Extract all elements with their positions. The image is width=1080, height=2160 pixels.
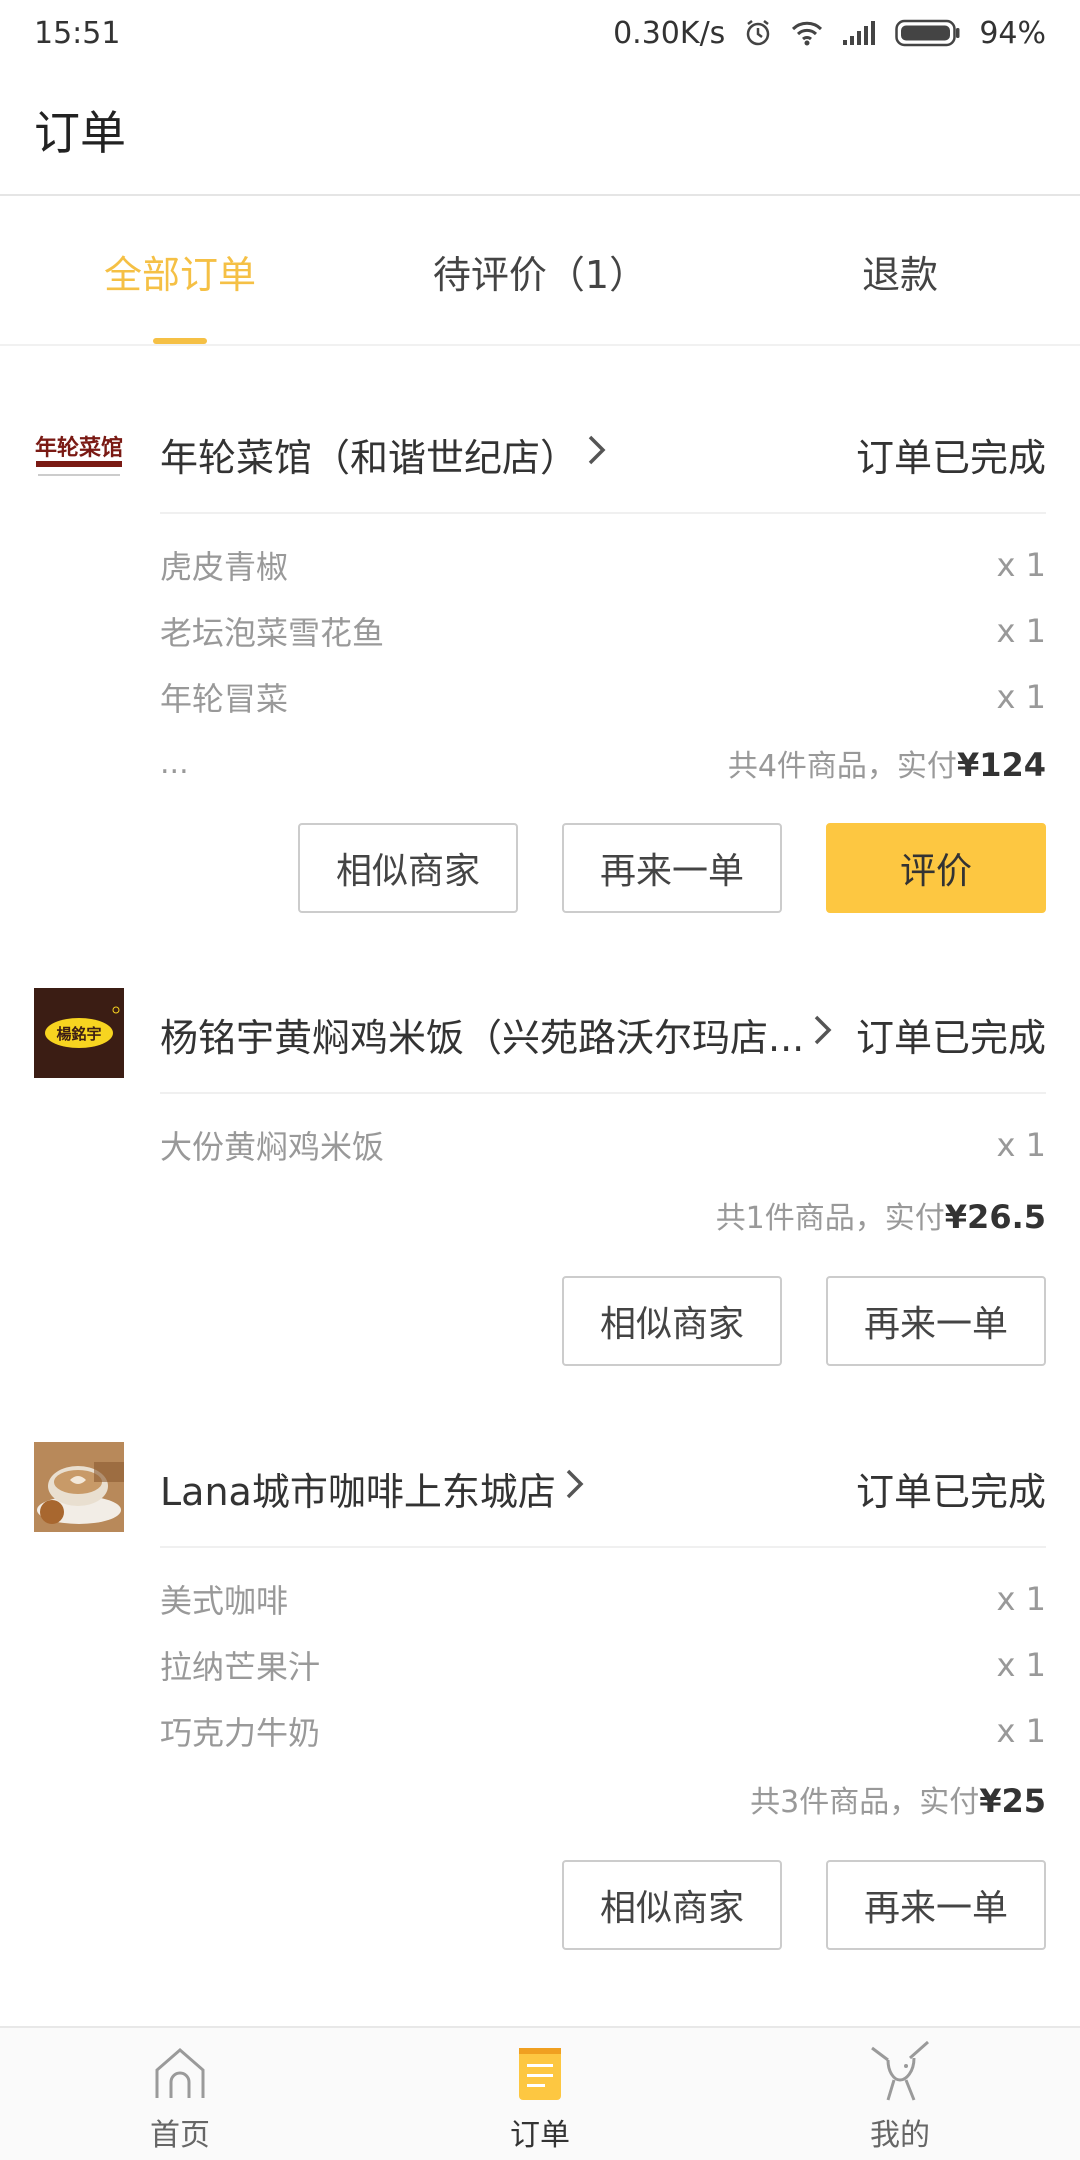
status-time: 15:51	[34, 15, 121, 51]
summary-text: 共4件商品，实付	[727, 749, 957, 784]
shop-logo[interactable]: 楊銘宇	[34, 988, 124, 1078]
item-qty: x 1	[996, 1580, 1046, 1618]
shop-logo-text: 年轮菜馆	[35, 435, 123, 461]
summary-text: 共1件商品，实付	[715, 1201, 945, 1236]
status-icons: 0.30K/s 94%	[613, 16, 1046, 51]
order-item: 老坛泡菜雪花鱼 x 1	[160, 598, 1046, 664]
order-list: 年轮菜馆 年轮菜馆（和谐世纪店） 订单已完成 虎皮青椒 x 1 老坛泡菜雪花鱼 …	[0, 346, 1080, 2000]
item-qty: x 1	[996, 1646, 1046, 1684]
summary-text: 共3件商品，实付	[750, 1785, 980, 1820]
item-qty: x 1	[996, 612, 1046, 650]
shop-header[interactable]: 杨铭宇黄焖鸡米饭（兴苑路沃尔玛店... 订单已完成	[160, 976, 1046, 1094]
tab-pending-review-label: 待评价（1）	[432, 252, 648, 297]
item-name: 老坛泡菜雪花鱼	[160, 614, 385, 652]
shop-logo-text: 楊銘宇	[56, 1025, 101, 1043]
order-tabs: 全部订单 待评价（1） 退款	[0, 198, 1080, 346]
order-item: 美式咖啡 x 1	[160, 1566, 1046, 1632]
shop-header[interactable]: Lana城市咖啡上东城店 订单已完成	[160, 1430, 1046, 1548]
tab-all-orders[interactable]: 全部订单	[0, 198, 360, 344]
more-items-ellipsis: ...	[160, 745, 189, 781]
summary-amount: ¥25	[979, 1782, 1046, 1820]
item-name: 美式咖啡	[160, 1582, 289, 1620]
shop-name-link[interactable]: 杨铭宇黄焖鸡米饭（兴苑路沃尔玛店...	[160, 1007, 834, 1062]
chevron-right-icon	[586, 431, 608, 477]
chevron-right-icon	[564, 1465, 586, 1511]
title-bar: 订单	[0, 66, 1080, 196]
similar-shops-button[interactable]: 相似商家	[562, 1276, 782, 1366]
tab-refund[interactable]: 退款	[720, 198, 1080, 344]
nav-home[interactable]: 首页	[0, 2028, 360, 2160]
order-card: Lana城市咖啡上东城店 订单已完成 美式咖啡 x 1 拉纳芒果汁 x 1 巧克…	[0, 1400, 1080, 2000]
shop-logo[interactable]	[34, 1442, 124, 1532]
reorder-button[interactable]: 再来一单	[826, 1860, 1046, 1950]
order-summary: 共1件商品，实付 ¥26.5	[160, 1182, 1046, 1248]
order-actions: 相似商家 再来一单	[562, 1276, 1046, 1366]
home-icon	[151, 2044, 209, 2106]
item-name: 巧克力牛奶	[160, 1714, 321, 1752]
item-name: 拉纳芒果汁	[160, 1648, 321, 1686]
shop-name-link[interactable]: 年轮菜馆（和谐世纪店）	[160, 427, 608, 482]
order-status: 订单已完成	[855, 435, 1046, 480]
order-card: 楊銘宇 杨铭宇黄焖鸡米饭（兴苑路沃尔玛店... 订单已完成 大份黄焖鸡米饭 x …	[0, 946, 1080, 1400]
nav-orders[interactable]: 订单	[360, 2028, 720, 2160]
order-actions: 相似商家 再来一单	[562, 1860, 1046, 1950]
tab-all-orders-label: 全部订单	[103, 252, 256, 297]
order-status: 订单已完成	[855, 1015, 1046, 1060]
battery-icon	[895, 19, 961, 47]
summary-amount: ¥124	[956, 746, 1046, 784]
tab-pending-review[interactable]: 待评价（1）	[360, 198, 720, 344]
shop-header[interactable]: 年轮菜馆（和谐世纪店） 订单已完成	[160, 396, 1046, 514]
page-title: 订单	[34, 106, 126, 160]
item-qty: x 1	[996, 546, 1046, 584]
active-tab-indicator	[153, 338, 207, 344]
battery-percent: 94%	[979, 15, 1046, 51]
reorder-button[interactable]: 再来一单	[562, 823, 782, 913]
nav-orders-label: 订单	[510, 2118, 570, 2153]
order-item: 虎皮青椒 x 1	[160, 532, 1046, 598]
item-name: 虎皮青椒	[160, 548, 289, 586]
nav-home-label: 首页	[150, 2118, 210, 2153]
order-item: 大份黄焖鸡米饭 x 1	[160, 1112, 1046, 1178]
review-button[interactable]: 评价	[826, 823, 1046, 913]
shop-logo[interactable]: 年轮菜馆	[34, 425, 124, 485]
order-icon	[511, 2044, 569, 2106]
profile-icon	[866, 2038, 934, 2106]
item-qty: x 1	[996, 1712, 1046, 1750]
similar-shops-button[interactable]: 相似商家	[298, 823, 518, 913]
item-qty: x 1	[996, 1126, 1046, 1164]
reorder-button[interactable]: 再来一单	[826, 1276, 1046, 1366]
chevron-right-icon	[812, 1011, 834, 1057]
order-summary: ... 共4件商品，实付 ¥124	[160, 730, 1046, 796]
shop-name: Lana城市咖啡上东城店	[160, 1469, 556, 1514]
wifi-icon	[791, 20, 823, 46]
order-summary: 共3件商品，实付 ¥25	[160, 1766, 1046, 1832]
alarm-icon	[743, 18, 773, 48]
order-item: 拉纳芒果汁 x 1	[160, 1632, 1046, 1698]
nav-profile-label: 我的	[870, 2118, 930, 2153]
signal-icon	[841, 20, 877, 46]
order-card: 年轮菜馆 年轮菜馆（和谐世纪店） 订单已完成 虎皮青椒 x 1 老坛泡菜雪花鱼 …	[0, 346, 1080, 946]
tab-refund-label: 退款	[861, 252, 938, 297]
order-status: 订单已完成	[855, 1469, 1046, 1514]
shop-name-link[interactable]: Lana城市咖啡上东城店	[160, 1461, 586, 1516]
item-name: 大份黄焖鸡米饭	[160, 1128, 385, 1166]
shop-name: 杨铭宇黄焖鸡米饭（兴苑路沃尔玛店...	[160, 1015, 805, 1060]
summary-amount: ¥26.5	[944, 1198, 1046, 1236]
net-speed: 0.30K/s	[613, 15, 726, 51]
item-qty: x 1	[996, 678, 1046, 716]
order-actions: 相似商家 再来一单 评价	[298, 823, 1046, 913]
bottom-nav: 首页 订单 我的	[0, 2026, 1080, 2160]
status-bar: 15:51 0.30K/s 94%	[0, 0, 1080, 66]
similar-shops-button[interactable]: 相似商家	[562, 1860, 782, 1950]
nav-profile[interactable]: 我的	[720, 2028, 1080, 2160]
order-item: 年轮冒菜 x 1	[160, 664, 1046, 730]
item-name: 年轮冒菜	[160, 680, 289, 718]
order-item: 巧克力牛奶 x 1	[160, 1698, 1046, 1764]
shop-name: 年轮菜馆（和谐世纪店）	[160, 435, 579, 480]
